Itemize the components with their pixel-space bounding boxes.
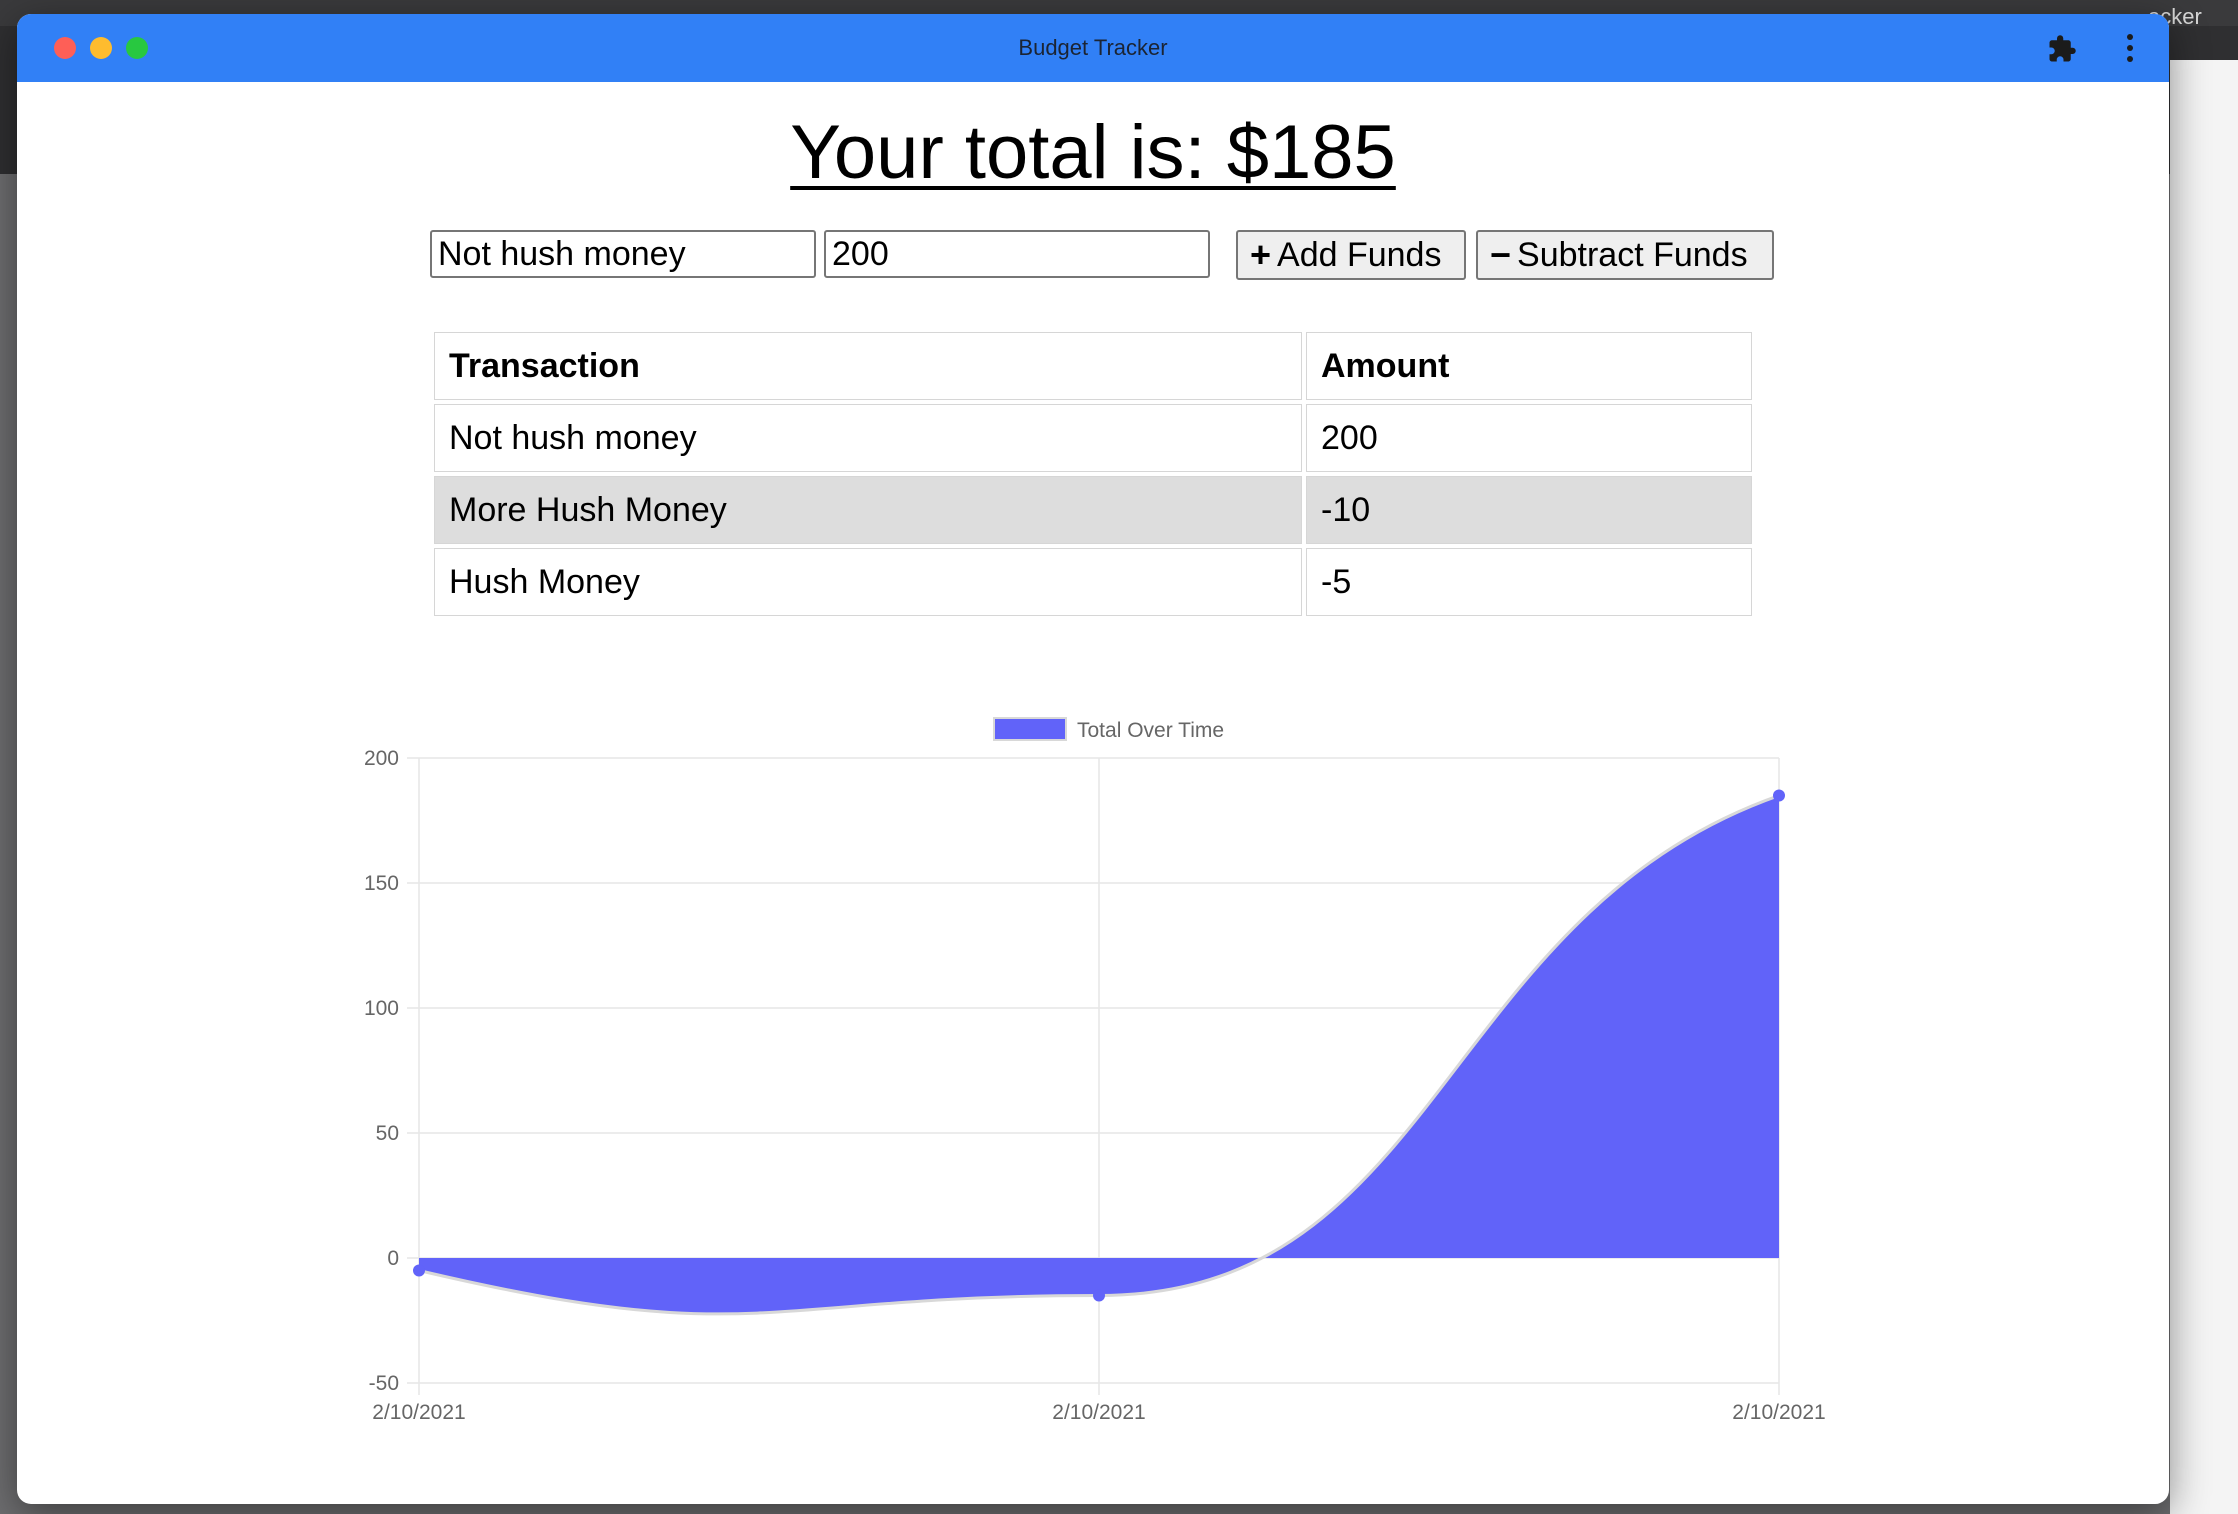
header-amount: Amount bbox=[1306, 332, 1752, 400]
data-point bbox=[1773, 789, 1785, 802]
table-row: Hush Money -5 bbox=[434, 548, 1752, 616]
transaction-name-cell: More Hush Money bbox=[434, 476, 1302, 544]
title-bar: Budget Tracker bbox=[17, 14, 2169, 82]
legend-swatch bbox=[993, 717, 1067, 741]
y-tick-label: 150 bbox=[364, 872, 399, 895]
total-heading: Your total is: $185 bbox=[790, 110, 1396, 195]
browser-window: Budget Tracker Your total is: $185 + Add… bbox=[17, 14, 2169, 1504]
total-over-time-chart: 200150100500-50 2/10/2021 2/10/2021 2/10/2… bbox=[364, 717, 1826, 1424]
table-row: More Hush Money -10 bbox=[434, 476, 1752, 544]
transaction-amount-cell: 200 bbox=[1306, 404, 1752, 472]
header-transaction: Transaction bbox=[434, 332, 1302, 400]
legend-label: Total Over Time bbox=[1077, 719, 1224, 742]
y-tick-label: 200 bbox=[364, 747, 399, 770]
page-content: Your total is: $185 + Add Funds − Subtra… bbox=[17, 82, 2169, 1504]
data-point bbox=[1093, 1289, 1105, 1302]
x-tick-label: 2/10/2021 bbox=[372, 1401, 465, 1424]
chart-legend: Total Over Time bbox=[993, 717, 1224, 742]
table-row: Not hush money 200 bbox=[434, 404, 1752, 472]
y-axis-labels: 200 150 100 50 0 -50 bbox=[364, 747, 399, 1395]
transaction-amount-cell: -10 bbox=[1306, 476, 1752, 544]
x-axis-labels: 2/10/2021 2/10/2021 2/10/2021 bbox=[372, 1401, 1825, 1424]
data-point bbox=[413, 1264, 425, 1277]
transaction-name-cell: Not hush money bbox=[434, 404, 1302, 472]
y-tick-label: 50 bbox=[376, 1122, 399, 1145]
window-title: Budget Tracker bbox=[1018, 35, 1168, 60]
subtract-funds-label: Subtract Funds bbox=[1517, 235, 1748, 274]
plus-icon: + bbox=[1250, 234, 1272, 275]
transactions-table: Transaction Amount Not hush money 200 Mo… bbox=[430, 328, 1756, 620]
transaction-name-input[interactable] bbox=[430, 230, 816, 278]
background-page-edge bbox=[2170, 60, 2238, 1514]
subtract-funds-button[interactable]: − Subtract Funds bbox=[1476, 230, 1774, 280]
add-funds-button[interactable]: + Add Funds bbox=[1236, 230, 1466, 280]
y-tick-label: 0 bbox=[387, 1247, 399, 1270]
table-header-row: Transaction Amount bbox=[434, 332, 1752, 400]
add-funds-label: Add Funds bbox=[1277, 235, 1442, 274]
puzzle-piece-icon[interactable] bbox=[2047, 34, 2077, 64]
minus-icon: − bbox=[1490, 234, 1512, 275]
x-tick-label: 2/10/2021 bbox=[1052, 1401, 1145, 1424]
more-options-icon[interactable] bbox=[2124, 32, 2136, 64]
y-tick-label: -50 bbox=[369, 1372, 399, 1395]
x-tick-label: 2/10/2021 bbox=[1732, 1401, 1825, 1424]
y-tick-label: 100 bbox=[364, 997, 399, 1020]
transaction-amount-input[interactable] bbox=[824, 230, 1210, 278]
transaction-name-cell: Hush Money bbox=[434, 548, 1302, 616]
transaction-amount-cell: -5 bbox=[1306, 548, 1752, 616]
